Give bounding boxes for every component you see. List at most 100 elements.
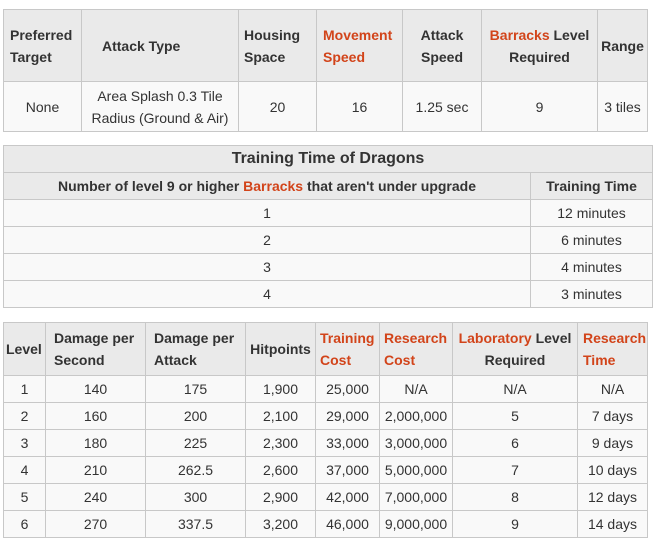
cell-damage-per-attack: 200 xyxy=(145,402,246,430)
cell-research-time: 7 days xyxy=(577,402,648,430)
table-row: 2 6 minutes xyxy=(3,226,653,254)
cell-laboratory-level: 8 xyxy=(452,483,578,511)
cell-barracks-count: 4 xyxy=(3,280,531,308)
cell-hitpoints: 1,900 xyxy=(245,375,316,403)
cell-training-cost: 42,000 xyxy=(315,483,380,511)
header-damage-per-attack: Damage per Attack xyxy=(145,322,246,376)
cell-damage-per-second: 270 xyxy=(45,510,146,538)
table-row: 3 180 225 2,300 33,000 3,000,000 6 9 day… xyxy=(3,429,648,457)
cell-hitpoints: 2,300 xyxy=(245,429,316,457)
header-housing-space: Housing Space xyxy=(238,9,317,82)
header-training-time: Training Time xyxy=(530,172,653,200)
cell-research-cost: 2,000,000 xyxy=(379,402,453,430)
header-barracks-count-before: Number of level 9 or higher xyxy=(58,178,244,194)
cell-housing-space: 20 xyxy=(238,81,317,132)
cell-damage-per-attack: 175 xyxy=(145,375,246,403)
table-row: 5 240 300 2,900 42,000 7,000,000 8 12 da… xyxy=(3,483,648,511)
cell-damage-per-second: 180 xyxy=(45,429,146,457)
header-level: Level xyxy=(3,322,46,376)
header-barracks-count: Number of level 9 or higher Barracks tha… xyxy=(3,172,531,200)
table-row: 4 210 262.5 2,600 37,000 5,000,000 7 10 … xyxy=(3,456,648,484)
cell-hitpoints: 2,900 xyxy=(245,483,316,511)
cell-damage-per-second: 160 xyxy=(45,402,146,430)
cell-research-time: 14 days xyxy=(577,510,648,538)
cell-level: 2 xyxy=(3,402,46,430)
training-time-caption: Training Time of Dragons xyxy=(3,145,653,173)
header-preferred-target: Preferred Target xyxy=(3,9,82,82)
table-row: 1 140 175 1,900 25,000 N/A N/A N/A xyxy=(3,375,648,403)
cell-damage-per-second: 210 xyxy=(45,456,146,484)
cell-barracks-count: 1 xyxy=(3,199,531,227)
cell-hitpoints: 2,600 xyxy=(245,456,316,484)
cell-training-time: 3 minutes xyxy=(530,280,653,308)
cell-barracks-count: 2 xyxy=(3,226,531,254)
table-row: 3 4 minutes xyxy=(3,253,653,281)
table-row: 6 270 337.5 3,200 46,000 9,000,000 9 14 … xyxy=(3,510,648,538)
cell-laboratory-level: 6 xyxy=(452,429,578,457)
cell-training-cost: 46,000 xyxy=(315,510,380,538)
stats-data-row: None Area Splash 0.3 Tile Radius (Ground… xyxy=(3,81,648,132)
laboratory-link[interactable]: Laboratory xyxy=(459,330,532,346)
research-cost-link[interactable]: Research Cost xyxy=(379,322,453,376)
cell-research-cost: 5,000,000 xyxy=(379,456,453,484)
cell-training-time: 12 minutes xyxy=(530,199,653,227)
header-laboratory-level: Laboratory Level Required xyxy=(452,322,578,376)
cell-attack-speed: 1.25 sec xyxy=(402,81,482,132)
cell-level: 6 xyxy=(3,510,46,538)
cell-level: 4 xyxy=(3,456,46,484)
cell-level: 5 xyxy=(3,483,46,511)
cell-barracks-level: 9 xyxy=(481,81,598,132)
table-row: 1 12 minutes xyxy=(3,199,653,227)
cell-hitpoints: 3,200 xyxy=(245,510,316,538)
cell-training-cost: 33,000 xyxy=(315,429,380,457)
cell-movement-speed: 16 xyxy=(316,81,403,132)
header-barracks-level: Barracks Level Required xyxy=(481,9,598,82)
header-attack-type: Attack Type xyxy=(81,9,239,82)
header-hitpoints: Hitpoints xyxy=(245,322,316,376)
cell-training-time: 4 minutes xyxy=(530,253,653,281)
cell-research-time: N/A xyxy=(577,375,648,403)
cell-damage-per-attack: 300 xyxy=(145,483,246,511)
cell-range: 3 tiles xyxy=(597,81,648,132)
cell-damage-per-second: 140 xyxy=(45,375,146,403)
cell-research-time: 9 days xyxy=(577,429,648,457)
barracks-link[interactable]: Barracks xyxy=(490,27,550,43)
cell-damage-per-second: 240 xyxy=(45,483,146,511)
cell-training-cost: 29,000 xyxy=(315,402,380,430)
cell-hitpoints: 2,100 xyxy=(245,402,316,430)
cell-training-cost: 37,000 xyxy=(315,456,380,484)
movement-speed-link[interactable]: Movement Speed xyxy=(316,9,403,82)
cell-research-cost: 7,000,000 xyxy=(379,483,453,511)
cell-research-cost: 3,000,000 xyxy=(379,429,453,457)
table-row: 2 160 200 2,100 29,000 2,000,000 5 7 day… xyxy=(3,402,648,430)
cell-attack-type: Area Splash 0.3 Tile Radius (Ground & Ai… xyxy=(81,81,239,132)
cell-damage-per-attack: 225 xyxy=(145,429,246,457)
header-barracks-count-after: that aren't under upgrade xyxy=(303,178,476,194)
header-damage-per-second: Damage per Second xyxy=(45,322,146,376)
table-row: 4 3 minutes xyxy=(3,280,653,308)
cell-damage-per-attack: 262.5 xyxy=(145,456,246,484)
stats-table: Preferred Target Attack Type Housing Spa… xyxy=(3,9,648,132)
stats-header-row: Preferred Target Attack Type Housing Spa… xyxy=(3,9,648,82)
barracks-link[interactable]: Barracks xyxy=(243,178,303,194)
cell-laboratory-level: N/A xyxy=(452,375,578,403)
cell-preferred-target: None xyxy=(3,81,82,132)
cell-laboratory-level: 9 xyxy=(452,510,578,538)
cell-research-cost: N/A xyxy=(379,375,453,403)
cell-level: 1 xyxy=(3,375,46,403)
cell-research-cost: 9,000,000 xyxy=(379,510,453,538)
cell-training-time: 6 minutes xyxy=(530,226,653,254)
cell-laboratory-level: 5 xyxy=(452,402,578,430)
research-time-link[interactable]: Research Time xyxy=(577,322,648,376)
cell-damage-per-attack: 337.5 xyxy=(145,510,246,538)
cell-research-time: 10 days xyxy=(577,456,648,484)
level-header-row: Level Damage per Second Damage per Attac… xyxy=(3,322,648,376)
cell-level: 3 xyxy=(3,429,46,457)
header-range: Range xyxy=(597,9,648,82)
training-header-row: Number of level 9 or higher Barracks tha… xyxy=(3,172,653,200)
cell-research-time: 12 days xyxy=(577,483,648,511)
header-attack-speed: Attack Speed xyxy=(402,9,482,82)
training-cost-link[interactable]: Training Cost xyxy=(315,322,380,376)
cell-barracks-count: 3 xyxy=(3,253,531,281)
cell-training-cost: 25,000 xyxy=(315,375,380,403)
